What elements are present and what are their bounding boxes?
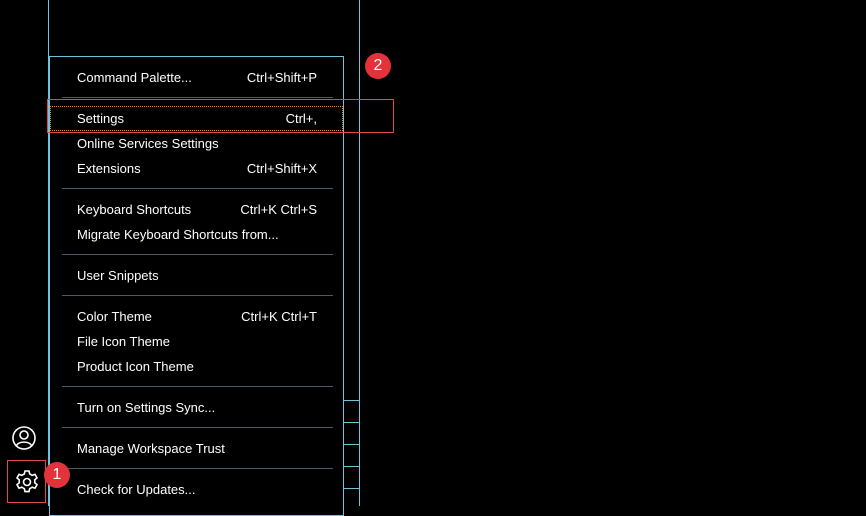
menu-separator bbox=[62, 97, 333, 98]
activity-bar bbox=[0, 0, 48, 506]
menu-item-label: Turn on Settings Sync... bbox=[77, 400, 216, 415]
menu-item-label: Check for Updates... bbox=[77, 482, 196, 497]
menu-separator bbox=[62, 386, 333, 387]
menu-item-check-for-updates[interactable]: Check for Updates... bbox=[50, 477, 343, 502]
menu-separator bbox=[62, 427, 333, 428]
panel-divider bbox=[344, 488, 359, 489]
menu-item-label: User Snippets bbox=[77, 268, 159, 283]
account-icon bbox=[12, 426, 36, 450]
menu-item-label: Color Theme bbox=[77, 309, 152, 324]
manage-button[interactable] bbox=[7, 460, 46, 503]
menu-item-label: Keyboard Shortcuts bbox=[77, 202, 192, 217]
menu-separator bbox=[62, 254, 333, 255]
settings-highlight bbox=[47, 99, 394, 133]
accounts-button[interactable] bbox=[6, 420, 42, 456]
panel-divider bbox=[344, 466, 359, 467]
menu-item-label: Product Icon Theme bbox=[77, 359, 194, 374]
menu-separator bbox=[62, 468, 333, 469]
menu-item-extensions[interactable]: Extensions Ctrl+Shift+X bbox=[50, 156, 343, 181]
menu-item-label: Online Services Settings bbox=[77, 136, 219, 151]
callout-badge-2: 2 bbox=[365, 53, 391, 79]
callout-badge-1: 1 bbox=[44, 462, 70, 488]
menu-separator bbox=[62, 295, 333, 296]
menu-item-user-snippets[interactable]: User Snippets bbox=[50, 263, 343, 288]
menu-item-turn-on-settings-sync[interactable]: Turn on Settings Sync... bbox=[50, 395, 343, 420]
sidebar-border bbox=[359, 0, 360, 506]
menu-item-label: Migrate Keyboard Shortcuts from... bbox=[77, 227, 279, 242]
panel-divider bbox=[344, 444, 359, 445]
menu-item-shortcut: Ctrl+K Ctrl+T bbox=[241, 309, 317, 324]
menu-item-label: Manage Workspace Trust bbox=[77, 441, 225, 456]
menu-item-online-services-settings[interactable]: Online Services Settings bbox=[50, 131, 343, 156]
menu-item-file-icon-theme[interactable]: File Icon Theme bbox=[50, 329, 343, 354]
menu-item-migrate-keyboard-shortcuts-from[interactable]: Migrate Keyboard Shortcuts from... bbox=[50, 222, 343, 247]
menu-item-product-icon-theme[interactable]: Product Icon Theme bbox=[50, 354, 343, 379]
menu-item-shortcut: Ctrl+K Ctrl+S bbox=[240, 202, 317, 217]
menu-item-label: Command Palette... bbox=[77, 70, 192, 85]
menu-item-label: Extensions bbox=[77, 161, 141, 176]
menu-item-shortcut: Ctrl+Shift+P bbox=[246, 70, 317, 85]
panel-divider bbox=[344, 422, 359, 423]
gear-icon bbox=[15, 469, 38, 492]
menu-item-shortcut: Ctrl+Shift+X bbox=[246, 161, 317, 176]
menu-item-keyboard-shortcuts[interactable]: Keyboard Shortcuts Ctrl+K Ctrl+S bbox=[50, 197, 343, 222]
menu-item-color-theme[interactable]: Color Theme Ctrl+K Ctrl+T bbox=[50, 304, 343, 329]
menu-item-command-palette[interactable]: Command Palette... Ctrl+Shift+P bbox=[50, 65, 343, 90]
menu-separator bbox=[62, 188, 333, 189]
menu-item-label: File Icon Theme bbox=[77, 334, 170, 349]
panel-divider bbox=[344, 400, 359, 401]
menu-item-manage-workspace-trust[interactable]: Manage Workspace Trust bbox=[50, 436, 343, 461]
